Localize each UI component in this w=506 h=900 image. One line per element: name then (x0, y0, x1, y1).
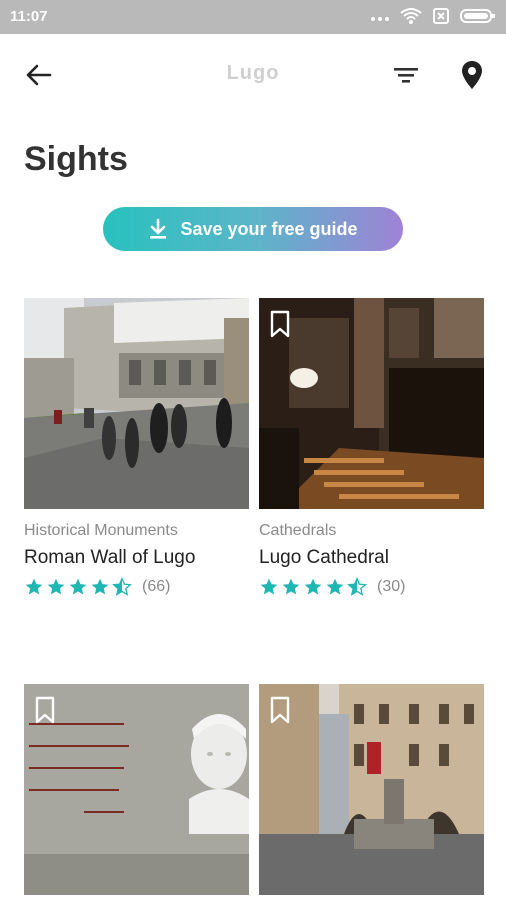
plaza-fountain-image (259, 684, 484, 895)
signal-dots-icon (371, 17, 389, 21)
wifi-icon (400, 8, 422, 24)
star-full-icon (91, 578, 109, 595)
sim-blocked-icon (433, 8, 449, 24)
bookmark-icon[interactable] (269, 310, 291, 338)
star-half-icon (347, 577, 367, 596)
review-count: (30) (377, 578, 406, 595)
star-full-icon (326, 578, 344, 595)
filter-icon[interactable] (391, 60, 421, 90)
sight-card[interactable] (24, 684, 249, 895)
star-full-icon (282, 578, 300, 595)
status-bar: 11:07 (0, 0, 506, 34)
star-half-icon (112, 577, 132, 596)
bookmark-icon[interactable] (34, 696, 56, 724)
sight-card[interactable]: Cathedrals Lugo Cathedral (30) (259, 298, 484, 597)
save-guide-label: Save your free guide (180, 218, 358, 239)
stone-relief-image (24, 684, 249, 895)
sight-photo-stone-relief[interactable] (24, 684, 249, 895)
app-bar: Lugo (0, 34, 506, 114)
star-full-icon (260, 578, 278, 595)
rating-row: (66) (24, 577, 249, 597)
star-full-icon (25, 578, 43, 595)
sight-photo-plaza-fountain[interactable] (259, 684, 484, 895)
map-pin-icon[interactable] (459, 59, 485, 91)
app-title-logo: Lugo (226, 62, 280, 84)
status-icons (370, 7, 496, 25)
sight-card[interactable] (259, 684, 484, 895)
review-count: (66) (142, 578, 171, 595)
star-full-icon (69, 578, 87, 595)
sight-photo-lugo-cathedral[interactable] (259, 298, 484, 509)
star-full-icon (47, 578, 65, 595)
cathedral-interior-image (259, 298, 484, 509)
rating-row: (30) (259, 577, 484, 597)
download-icon (150, 218, 167, 239)
sight-name: Lugo Cathedral (259, 547, 389, 568)
sight-name: Roman Wall of Lugo (24, 547, 196, 568)
sight-category: Cathedrals (259, 522, 337, 539)
sight-card[interactable]: Historical Monuments Roman Wall of Lugo … (24, 298, 249, 597)
bookmark-icon[interactable] (269, 696, 291, 724)
save-guide-button[interactable]: Save your free guide (103, 207, 403, 251)
sight-category: Historical Monuments (24, 522, 178, 539)
page-title: Sights (24, 140, 128, 178)
star-full-icon (304, 578, 322, 595)
street-photo-image (24, 298, 249, 509)
battery-icon (460, 9, 495, 23)
status-time: 11:07 (10, 8, 48, 25)
sight-photo-roman-wall[interactable] (24, 298, 249, 509)
